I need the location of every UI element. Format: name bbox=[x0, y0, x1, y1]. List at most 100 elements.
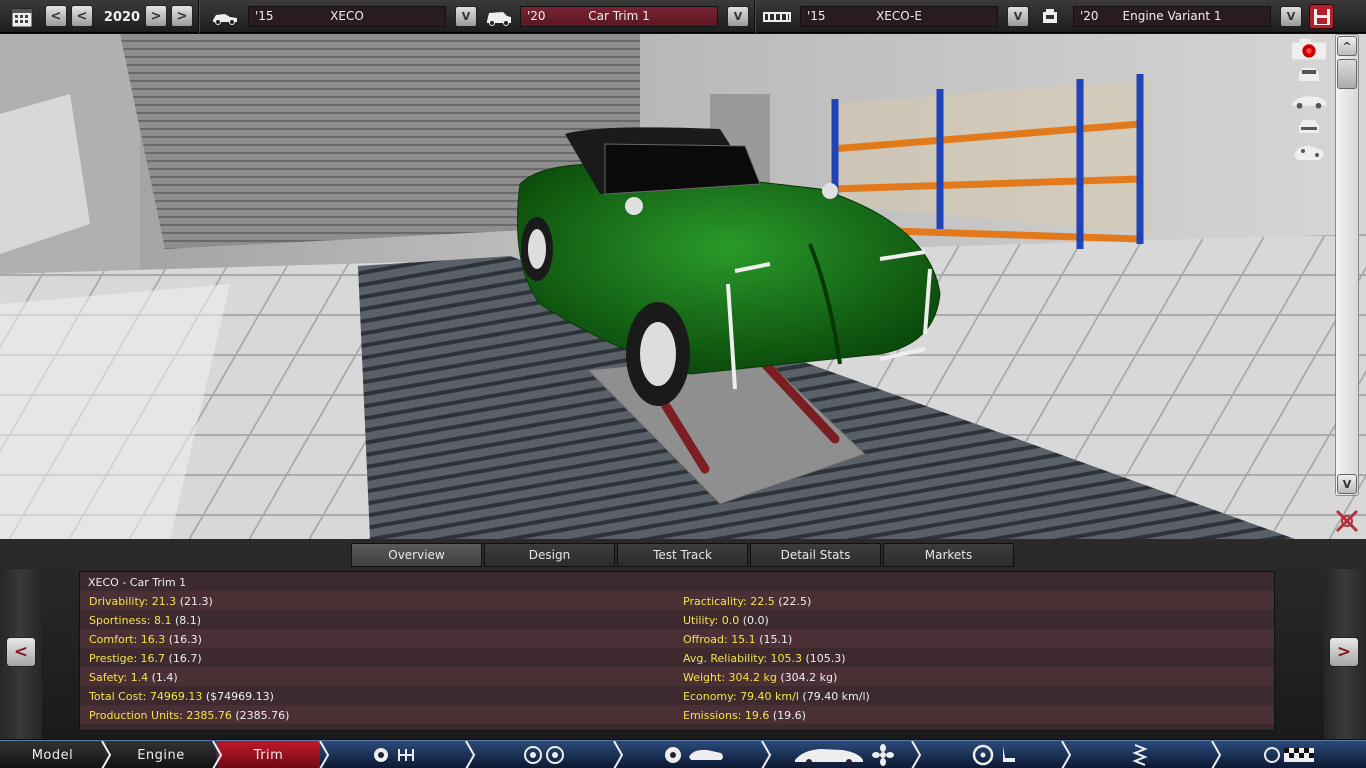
stat-value: 1.4 bbox=[130, 671, 149, 684]
view-icons bbox=[1290, 38, 1328, 164]
finish-flag-icon bbox=[1264, 747, 1314, 763]
car-side-icon[interactable] bbox=[1290, 90, 1328, 112]
stat-sportiness: Sportiness: 8.1 (8.1) bbox=[89, 614, 201, 627]
year-prev-button[interactable]: < bbox=[71, 5, 93, 27]
stat-base-value: (304.2 kg) bbox=[780, 671, 838, 684]
stat-prestige: Prestige: 16.7 (16.7) bbox=[89, 652, 202, 665]
stats-table: XECO - Car Trim 1 Drivability: 21.3 (21.… bbox=[79, 571, 1275, 731]
nav-wheels[interactable] bbox=[510, 741, 580, 768]
stat-value: 21.3 bbox=[151, 595, 177, 608]
stat-practicality: Practicality: 22.5 (22.5) bbox=[683, 595, 811, 608]
engine-family-name: XECO-E bbox=[876, 9, 922, 23]
stats-header-row bbox=[80, 572, 1274, 591]
car-underside-icon[interactable] bbox=[1290, 142, 1328, 164]
engine-family-select[interactable]: '15 XECO-E bbox=[800, 6, 998, 27]
nav-model[interactable]: Model bbox=[0, 741, 105, 768]
nav-interior[interactable] bbox=[960, 741, 1030, 768]
year-next-button[interactable]: > bbox=[145, 5, 167, 27]
year-next-far-button[interactable]: > bbox=[171, 5, 193, 27]
chevron-right-icon bbox=[613, 741, 624, 768]
nav-brakes[interactable] bbox=[655, 741, 735, 768]
scroll-down-button[interactable]: V bbox=[1337, 474, 1357, 494]
nav-body[interactable] bbox=[790, 741, 900, 768]
nav-drivetrain[interactable] bbox=[360, 741, 430, 768]
stat-key: Utility: bbox=[683, 614, 719, 627]
brakes-icon bbox=[665, 747, 723, 763]
stat-key: Safety: bbox=[89, 671, 128, 684]
chassis-icon bbox=[762, 5, 792, 29]
stat-base-value: (1.4) bbox=[151, 671, 178, 684]
trim-dropdown-button[interactable]: V bbox=[727, 6, 749, 27]
nav-engine[interactable]: Engine bbox=[106, 741, 216, 768]
stat-base-value: (19.6) bbox=[772, 709, 806, 722]
scroll-thumb[interactable] bbox=[1337, 59, 1357, 89]
engine-variant-select[interactable]: '20 Engine Variant 1 bbox=[1073, 6, 1271, 27]
stat-total-cost: Total Cost: 74969.13 ($74969.13) bbox=[89, 690, 274, 703]
tab-design[interactable]: Design bbox=[484, 543, 615, 567]
engine-variant-name: Engine Variant 1 bbox=[1122, 9, 1222, 23]
stat-key: Economy: bbox=[683, 690, 737, 703]
stat-base-value: (79.40 km/l) bbox=[802, 690, 870, 703]
engine-icon bbox=[1038, 5, 1062, 29]
chevron-right-icon bbox=[761, 741, 772, 768]
stat-base-value: (15.1) bbox=[759, 633, 793, 646]
trim-select[interactable]: '20 Car Trim 1 bbox=[520, 6, 718, 27]
model-select[interactable]: '15 XECO bbox=[248, 6, 446, 27]
save-button[interactable] bbox=[1309, 4, 1334, 29]
car-trim-icon bbox=[484, 5, 514, 29]
view-scrollbar[interactable]: ^ V bbox=[1335, 34, 1359, 496]
stat-key: Weight: bbox=[683, 671, 726, 684]
stat-key: Avg. Reliability: bbox=[683, 652, 768, 665]
stat-value: 105.3 bbox=[770, 652, 803, 665]
tab-test-track[interactable]: Test Track bbox=[617, 543, 748, 567]
toolbar-divider bbox=[754, 0, 756, 33]
chevron-right-icon bbox=[465, 741, 476, 768]
stats-row bbox=[80, 629, 1274, 648]
camera-icon[interactable] bbox=[1290, 38, 1328, 60]
car-front-icon[interactable] bbox=[1290, 64, 1328, 86]
stats-row bbox=[80, 591, 1274, 610]
stat-key: Total Cost: bbox=[89, 690, 147, 703]
reset-view-icon[interactable] bbox=[1334, 508, 1360, 534]
top-toolbar: < < 2020 > > '15 XECO V '20 Car Trim 1 V… bbox=[0, 0, 1366, 33]
steering-seat-icon bbox=[972, 744, 1015, 766]
stat-weight: Weight: 304.2 kg (304.2 kg) bbox=[683, 671, 837, 684]
stat-key: Offroad: bbox=[683, 633, 728, 646]
tab-detail-stats[interactable]: Detail Stats bbox=[750, 543, 881, 567]
next-trim-button[interactable]: > bbox=[1329, 637, 1359, 667]
tab-markets[interactable]: Markets bbox=[883, 543, 1014, 567]
stat-base-value: (8.1) bbox=[175, 614, 202, 627]
panel-tabs: Overview Design Test Track Detail Stats … bbox=[351, 543, 1014, 567]
car-body-icon bbox=[795, 744, 894, 766]
gearbox-icon bbox=[374, 748, 414, 762]
stat-base-value: (21.3) bbox=[179, 595, 213, 608]
stat-value: 0.0 bbox=[721, 614, 740, 627]
prev-trim-button[interactable]: < bbox=[6, 637, 36, 667]
stat-base-value: (2385.76) bbox=[235, 709, 290, 722]
stat-value: 2385.76 bbox=[186, 709, 232, 722]
year-display: 2020 bbox=[103, 9, 141, 25]
year-prev-far-button[interactable]: < bbox=[45, 5, 67, 27]
car-rear-icon[interactable] bbox=[1290, 116, 1328, 138]
stat-emissions: Emissions: 19.6 (19.6) bbox=[683, 709, 806, 722]
tab-overview[interactable]: Overview bbox=[351, 543, 482, 567]
calendar-icon[interactable] bbox=[10, 5, 34, 29]
stat-safety: Safety: 1.4 (1.4) bbox=[89, 671, 178, 684]
nav-testing[interactable] bbox=[1255, 741, 1325, 768]
stat-base-value: (16.3) bbox=[168, 633, 202, 646]
stat-base-value: (16.7) bbox=[168, 652, 202, 665]
engine-family-dropdown-button[interactable]: V bbox=[1007, 6, 1029, 27]
scroll-up-button[interactable]: ^ bbox=[1337, 36, 1357, 56]
chevron-right-icon bbox=[1211, 741, 1222, 768]
stat-value: 74969.13 bbox=[149, 690, 203, 703]
stat-value: 16.3 bbox=[140, 633, 166, 646]
wheels-icon bbox=[524, 746, 564, 764]
engine-variant-dropdown-button[interactable]: V bbox=[1280, 6, 1302, 27]
nav-trim[interactable]: Trim bbox=[217, 741, 320, 768]
garage-viewport[interactable] bbox=[0, 34, 1366, 539]
info-panel: Overview Design Test Track Detail Stats … bbox=[0, 539, 1366, 739]
stat-avg-reliability: Avg. Reliability: 105.3 (105.3) bbox=[683, 652, 846, 665]
suspension-icon bbox=[1132, 744, 1148, 766]
nav-suspension[interactable] bbox=[1120, 741, 1160, 768]
model-dropdown-button[interactable]: V bbox=[455, 6, 477, 27]
